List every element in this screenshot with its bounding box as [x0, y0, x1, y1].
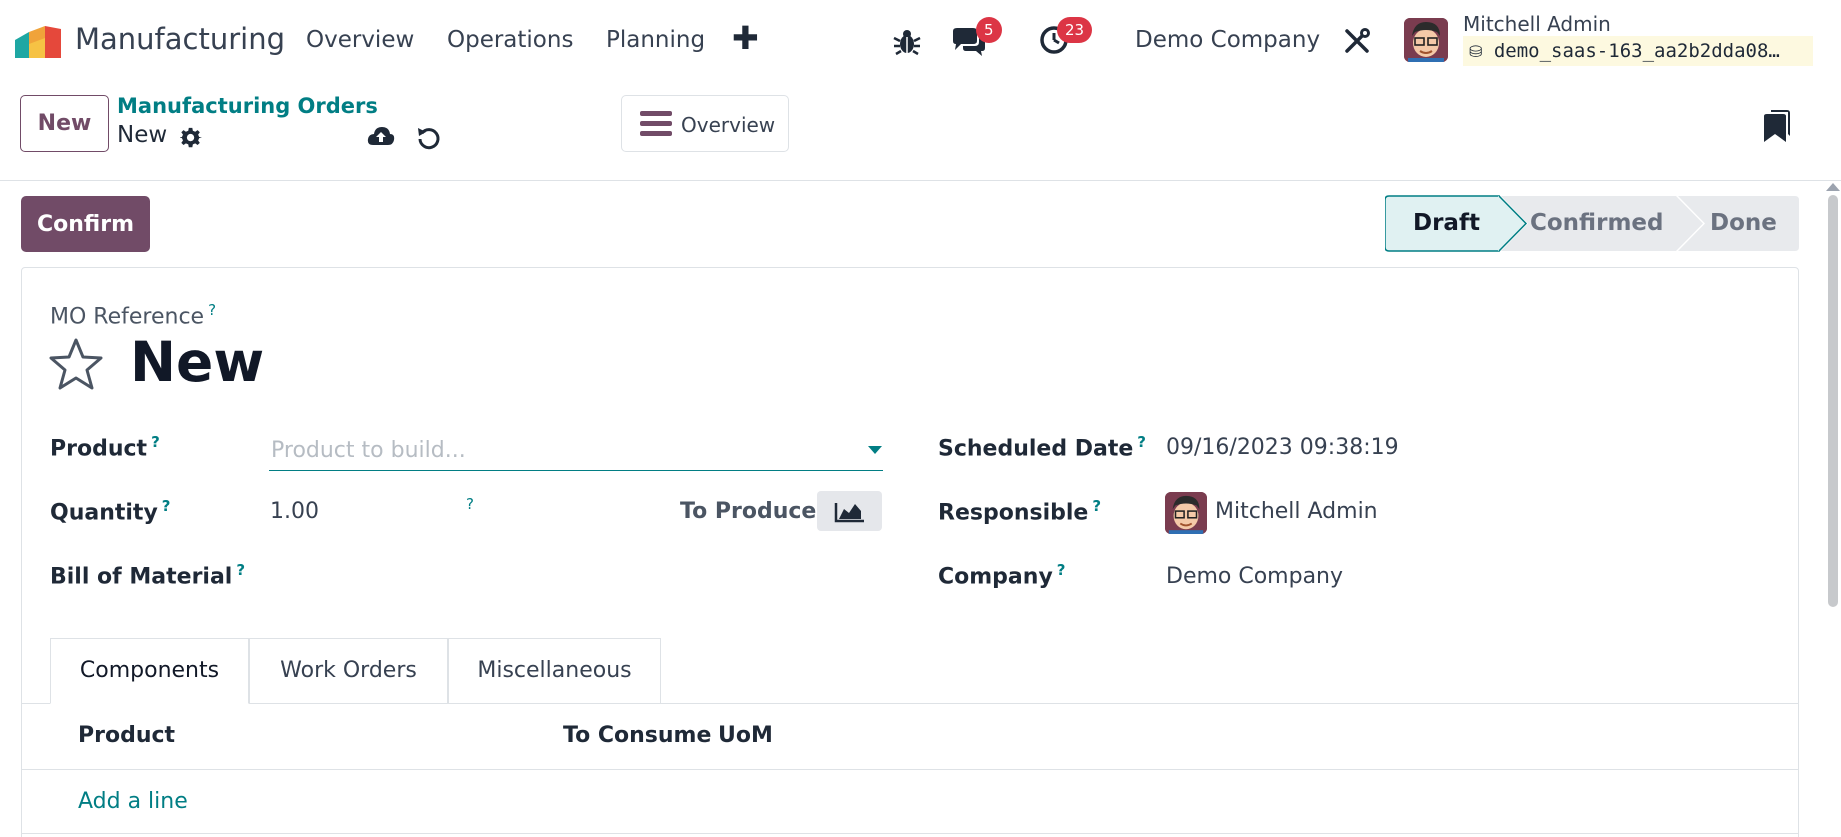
- forecast-chart-button[interactable]: [817, 491, 882, 531]
- scroll-up-arrow[interactable]: [1826, 183, 1840, 191]
- quantity-label-text: Quantity: [50, 500, 158, 526]
- help-icon[interactable]: ?: [236, 561, 245, 579]
- menu-overview[interactable]: Overview: [306, 27, 414, 53]
- responsible-label-text: Responsible: [938, 500, 1089, 526]
- bom-label-text: Bill of Material: [50, 564, 233, 590]
- database-name-text: demo_saas-163_aa2b2dda08…: [1493, 40, 1780, 62]
- tab-components[interactable]: Components: [50, 638, 249, 704]
- company-input[interactable]: Demo Company: [1166, 564, 1343, 589]
- app-name[interactable]: Manufacturing: [75, 22, 285, 56]
- discard-icon[interactable]: [416, 125, 442, 151]
- scheduled-date-label: Scheduled Date?: [938, 433, 1146, 461]
- bom-label: Bill of Material?: [50, 561, 245, 589]
- help-icon[interactable]: ?: [1057, 561, 1066, 579]
- form-sheet: [21, 267, 1799, 837]
- overview-button-label: Overview: [681, 113, 776, 137]
- cloud-upload-icon[interactable]: [367, 125, 395, 149]
- column-to-consume[interactable]: To Consume: [563, 723, 711, 748]
- breadcrumb-manufacturing-orders[interactable]: Manufacturing Orders: [117, 94, 378, 118]
- status-done[interactable]: Done: [1710, 210, 1777, 236]
- confirm-button[interactable]: Confirm: [21, 196, 150, 252]
- mo-reference-text: MO Reference: [50, 304, 205, 330]
- help-icon[interactable]: ?: [1137, 433, 1146, 451]
- product-label: Product?: [50, 433, 160, 461]
- plus-icon[interactable]: ✚: [732, 20, 759, 56]
- new-button[interactable]: New: [20, 95, 109, 152]
- table-header-divider: [21, 769, 1799, 770]
- responsible-input[interactable]: Mitchell Admin: [1215, 499, 1378, 524]
- record-title: New: [130, 330, 265, 394]
- area-chart-icon: [834, 503, 864, 523]
- help-icon[interactable]: ?: [208, 301, 216, 319]
- column-product[interactable]: Product: [78, 723, 175, 748]
- responsible-label: Responsible?: [938, 497, 1101, 525]
- scheduled-date-input[interactable]: 09/16/2023 09:38:19: [1166, 435, 1399, 460]
- user-avatar[interactable]: [1404, 18, 1448, 62]
- tab-miscellaneous[interactable]: Miscellaneous: [448, 638, 661, 704]
- vertical-scrollbar[interactable]: [1828, 195, 1838, 607]
- company-label-text: Company: [938, 564, 1053, 590]
- user-name[interactable]: Mitchell Admin: [1463, 12, 1611, 36]
- chevron-down-icon[interactable]: [868, 446, 882, 454]
- help-icon[interactable]: ?: [1092, 497, 1101, 515]
- star-icon[interactable]: [48, 337, 104, 393]
- tools-icon[interactable]: [1342, 26, 1372, 56]
- control-panel: New Manufacturing Orders New Overview: [0, 80, 1841, 181]
- bookmark-icon[interactable]: [1764, 110, 1790, 142]
- database-name: ⛁ demo_saas-163_aa2b2dda08…: [1463, 36, 1813, 66]
- mo-reference-label: MO Reference?: [50, 301, 216, 329]
- menu-operations[interactable]: Operations: [447, 27, 573, 53]
- product-label-text: Product: [50, 436, 148, 462]
- status-bar: Draft Confirmed Done: [1385, 195, 1799, 252]
- company-switcher[interactable]: Demo Company: [1135, 27, 1320, 53]
- activities-badge: 23: [1057, 17, 1093, 43]
- quantity-label: Quantity?: [50, 497, 171, 525]
- quantity-input[interactable]: 1.00: [270, 499, 319, 524]
- company-label: Company?: [938, 561, 1065, 589]
- messages-badge: 5: [976, 17, 1002, 43]
- manufacturing-app-icon[interactable]: [15, 26, 61, 58]
- responsible-avatar: [1165, 492, 1207, 534]
- top-navbar: Manufacturing Overview Operations Planni…: [0, 0, 1841, 80]
- gear-icon[interactable]: [180, 127, 202, 149]
- breadcrumb-current: New: [117, 122, 168, 148]
- bug-icon[interactable]: [891, 25, 923, 57]
- table-row-divider: [21, 833, 1799, 834]
- help-icon[interactable]: ?: [466, 495, 474, 513]
- status-draft[interactable]: Draft: [1413, 210, 1480, 236]
- overview-button[interactable]: Overview: [621, 95, 789, 152]
- help-icon[interactable]: ?: [162, 497, 171, 515]
- help-icon[interactable]: ?: [151, 433, 160, 451]
- hamburger-icon: [640, 111, 672, 136]
- tab-work-orders[interactable]: Work Orders: [249, 638, 448, 704]
- menu-planning[interactable]: Planning: [606, 27, 705, 53]
- add-a-line-link[interactable]: Add a line: [78, 789, 188, 814]
- database-icon: ⛁: [1469, 42, 1483, 61]
- to-produce-label: To Produce: [680, 499, 817, 524]
- column-uom[interactable]: UoM: [718, 723, 773, 748]
- status-confirmed[interactable]: Confirmed: [1530, 210, 1663, 236]
- scheduled-date-label-text: Scheduled Date: [938, 436, 1134, 462]
- product-input[interactable]: [269, 431, 883, 471]
